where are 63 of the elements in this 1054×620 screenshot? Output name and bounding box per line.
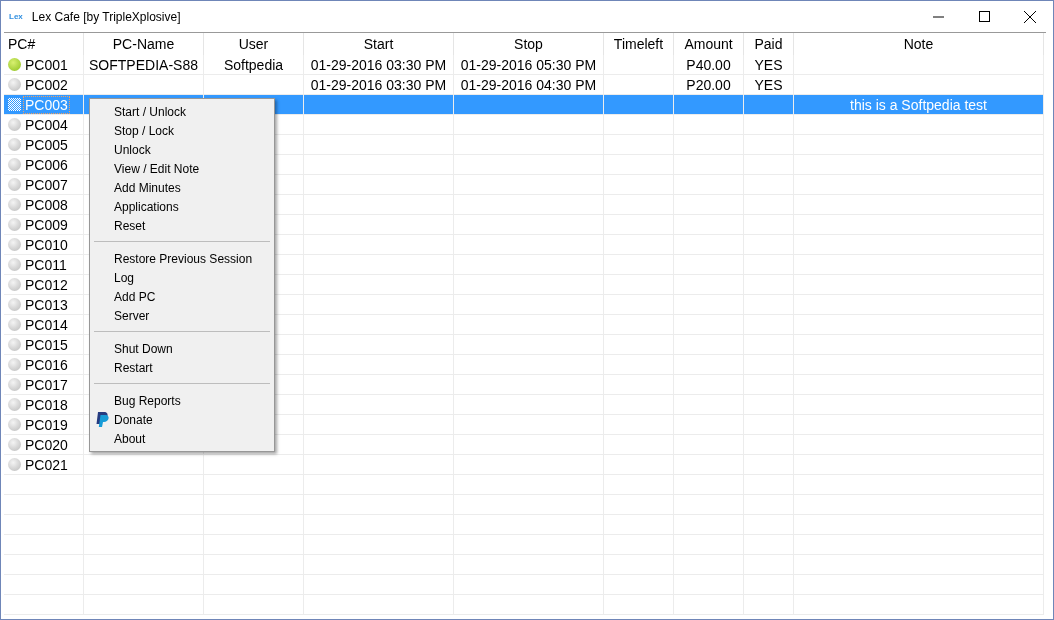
menu-item[interactable]: Restart (92, 358, 272, 377)
column-header[interactable]: Amount (674, 33, 744, 55)
table-cell (674, 115, 744, 135)
window-title: Lex Cafe [by TripleXplosive] (31, 9, 182, 24)
column-header[interactable]: Paid (744, 33, 794, 55)
table-cell[interactable]: PC021 (4, 455, 84, 475)
menu-item[interactable]: View / Edit Note (92, 159, 272, 178)
column-header[interactable]: PC# (4, 33, 84, 55)
column-header[interactable]: PC-Name (84, 33, 204, 55)
table-cell (744, 115, 794, 135)
table-cell[interactable]: PC016 (4, 355, 84, 375)
menu-item[interactable]: About (92, 429, 272, 448)
column-header[interactable]: Stop (454, 33, 604, 55)
table-cell: Softpedia (204, 55, 304, 75)
menu-item[interactable]: Restore Previous Session (92, 249, 272, 268)
menu-item[interactable]: Donate (92, 410, 272, 429)
logo-icon (94, 411, 110, 428)
table-cell: P40.00 (674, 55, 744, 75)
table-cell[interactable]: PC018 (4, 395, 84, 415)
table-cell (744, 95, 794, 115)
table-cell (604, 95, 674, 115)
table-cell[interactable]: PC001 (4, 55, 84, 75)
table-cell: 01-29-2016 05:30 PM (454, 55, 604, 75)
table-cell[interactable]: PC007 (4, 175, 84, 195)
table-cell (604, 55, 674, 75)
table-cell[interactable]: PC020 (4, 435, 84, 455)
maximize-icon (978, 11, 990, 22)
menu-item[interactable]: Start / Unlock (92, 102, 272, 121)
table-cell[interactable]: PC019 (4, 415, 84, 435)
app-icon: Lex (9, 12, 23, 21)
table-cell: 01-29-2016 03:30 PM (304, 55, 454, 75)
table-cell[interactable]: PC013 (4, 295, 84, 315)
table-cell[interactable]: PC005 (4, 135, 84, 155)
column-header[interactable]: Timeleft (604, 33, 674, 55)
table-cell[interactable]: PC014 (4, 315, 84, 335)
table-cell[interactable]: PC011 (4, 255, 84, 275)
table-cell (604, 115, 674, 135)
menu-item[interactable]: Stop / Lock (92, 121, 272, 140)
menu-item[interactable]: Applications (92, 197, 272, 216)
table-cell[interactable]: PC008 (4, 195, 84, 215)
table-cell[interactable]: PC010 (4, 235, 84, 255)
column-header[interactable]: Start (304, 33, 454, 55)
menu-item[interactable]: Log (92, 268, 272, 287)
column-header[interactable]: Note (794, 33, 1044, 55)
table-cell: this is a Softpedia test (794, 95, 1044, 115)
table-cell[interactable]: PC006 (4, 155, 84, 175)
table-cell (674, 95, 744, 115)
menu-item[interactable]: Unlock (92, 140, 272, 159)
table-cell: YES (744, 55, 794, 75)
table-cell[interactable]: PC004 (4, 115, 84, 135)
menu-item[interactable]: Server (92, 306, 272, 325)
menu-item[interactable]: Bug Reports (92, 391, 272, 410)
table-cell[interactable]: PC015 (4, 335, 84, 355)
table-cell[interactable]: PC009 (4, 215, 84, 235)
column-header[interactable]: User (204, 33, 304, 55)
menu-item[interactable]: Add Minutes (92, 178, 272, 197)
table-cell[interactable]: PC012 (4, 275, 84, 295)
table-cell: SOFTPEDIA-S88 (84, 55, 204, 75)
menu-item[interactable]: Add PC (92, 287, 272, 306)
menu-item[interactable]: Reset (92, 216, 272, 235)
close-icon (1024, 10, 1036, 23)
table-cell[interactable]: PC017 (4, 375, 84, 395)
menu-item[interactable]: Shut Down (92, 339, 272, 358)
